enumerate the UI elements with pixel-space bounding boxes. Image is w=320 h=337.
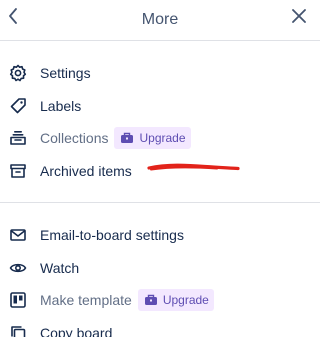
panel-header: More (0, 0, 320, 41)
collections-icon (8, 128, 28, 148)
archive-icon (8, 161, 28, 181)
menu-item-label: Archived items (40, 162, 132, 179)
menu-item-archived-items[interactable]: Archived items (0, 155, 320, 188)
close-button[interactable] (288, 5, 310, 27)
menu-item-label: Copy board (40, 324, 113, 337)
menu-item-label: Watch (40, 259, 80, 276)
menu-item-watch[interactable]: Watch (0, 252, 320, 285)
menu-item-make-template[interactable]: Make template Upgrade (0, 284, 320, 317)
menu-item-label: Labels (40, 97, 82, 114)
eye-icon (8, 258, 28, 278)
menu-section-actions: Email-to-board settings Watch Make templ… (0, 203, 320, 337)
gear-icon (8, 63, 28, 83)
panel-title: More (141, 11, 179, 28)
tag-icon (8, 96, 28, 116)
menu-item-label: Collections (40, 130, 109, 147)
upgrade-badge-label: Upgrade (162, 293, 209, 308)
menu-item-label: Settings (40, 65, 91, 82)
upgrade-badge[interactable]: Upgrade (114, 127, 191, 150)
close-icon (292, 9, 306, 23)
menu-item-copy-board[interactable]: Copy board (0, 317, 320, 337)
copy-icon (8, 323, 28, 337)
template-icon (8, 290, 28, 310)
briefcase-icon (143, 293, 159, 307)
email-icon (8, 225, 28, 245)
upgrade-badge-label: Upgrade (139, 131, 186, 146)
menu-item-settings[interactable]: Settings (0, 57, 320, 90)
menu-item-label: Make template (40, 292, 132, 309)
chevron-left-icon (9, 8, 17, 24)
menu-section-board: Settings Labels Collections Upgrade Arch… (0, 41, 320, 187)
menu-item-labels[interactable]: Labels (0, 90, 320, 123)
back-button[interactable] (4, 4, 22, 28)
menu-item-label: Email-to-board settings (40, 227, 184, 244)
menu-item-collections[interactable]: Collections Upgrade (0, 122, 320, 155)
menu-item-email-to-board-settings[interactable]: Email-to-board settings (0, 219, 320, 252)
upgrade-badge[interactable]: Upgrade (137, 289, 214, 312)
briefcase-icon (119, 131, 135, 145)
more-menu-panel: More Settings Labels Collections Upgrade… (0, 0, 320, 337)
